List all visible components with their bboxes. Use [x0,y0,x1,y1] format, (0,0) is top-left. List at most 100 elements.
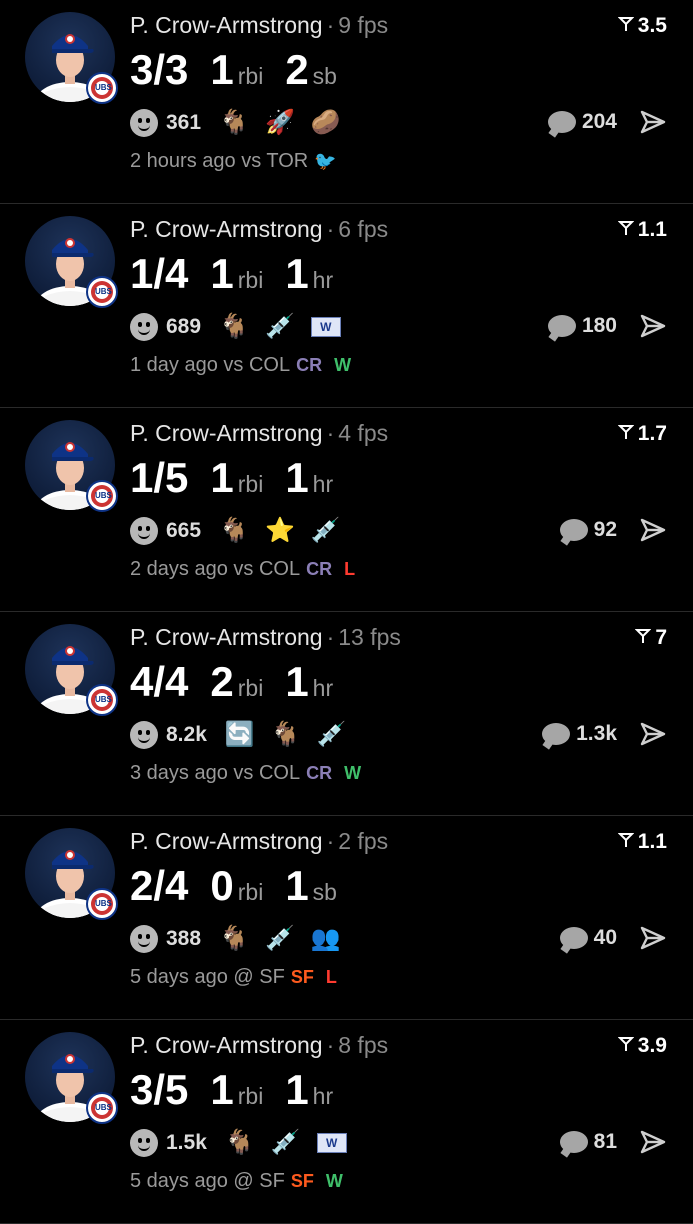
game-time: 2 days ago vs COL [130,558,301,580]
share-icon[interactable] [639,516,667,544]
stat-unit: rbi [237,267,264,293]
goat-icon[interactable]: 🐐 [225,1128,255,1158]
star-icon[interactable]: ⭐ [265,516,295,546]
smiley-icon[interactable] [130,721,158,749]
reaction-count: 689 [166,315,202,338]
syringe-icon[interactable]: 💉 [317,720,347,750]
game-result: L [325,967,337,987]
share-icon[interactable] [639,1128,667,1156]
comment-count[interactable]: 81 [594,1130,617,1154]
flag-pin-icon [634,626,652,650]
stat-unit: sb [312,63,337,89]
comment-area: 92 [559,516,667,544]
comment-bubble-icon[interactable] [542,723,571,745]
stat-line: 1/4 1 rbi 1 hr [130,250,355,298]
stat-unit: hr [312,267,334,293]
giants-logo-icon: SF [290,1171,314,1191]
score-number: 7 [655,626,667,649]
share-icon[interactable] [639,720,667,748]
game-card[interactable]: UBS P. Crow-Armstrong · 9 fps 3.5 3/3 1 rbi 2… [0,0,693,204]
player-name: P. Crow-Armstrong [130,420,323,446]
comment-area: 204 [547,108,667,136]
cubs-logo-badge: UBS [86,276,118,308]
stat-unit: rbi [237,675,264,701]
reaction-bar: 665 🐐 ⭐ 💉 [130,516,357,546]
comment-bubble-icon[interactable] [547,315,576,337]
fps-value: 2 fps [338,828,389,854]
smiley-icon[interactable] [130,925,158,953]
stat-line: 1/5 1 rbi 1 hr [130,454,355,502]
game-card[interactable]: UBS P. Crow-Armstrong · 4 fps 1.7 1/5 1 rbi 1… [0,408,693,612]
game-time: 5 days ago @ SF [130,1170,285,1192]
players-photo-icon[interactable]: 👥 [311,924,341,954]
player-name: P. Crow-Armstrong [130,828,323,854]
goat-icon[interactable]: 🐐 [219,108,249,138]
game-card[interactable]: UBS P. Crow-Armstrong · 6 fps 1.1 1/4 1 rbi 1… [0,204,693,408]
game-meta: 5 days ago @ SF SF W [130,1170,343,1193]
goat-icon[interactable]: 🐐 [219,516,249,546]
syringe-icon[interactable]: 💉 [265,924,295,954]
stat-value: 2/4 [130,862,189,909]
player-name-line[interactable]: P. Crow-Armstrong · 6 fps [130,216,388,243]
comment-bubble-icon[interactable] [547,111,576,133]
syringe-icon[interactable]: 💉 [311,516,341,546]
rockies-logo-icon: CR [306,559,333,579]
smiley-icon[interactable] [130,517,158,545]
comment-bubble-icon[interactable] [559,519,588,541]
share-icon[interactable] [639,924,667,952]
player-name-line[interactable]: P. Crow-Armstrong · 4 fps [130,420,388,447]
stat-value: 1 [285,250,309,297]
reaction-count: 665 [166,519,202,542]
w-flag-icon[interactable]: W [310,317,341,337]
game-meta: 3 days ago vs COL CR W [130,762,361,785]
player-name-line[interactable]: P. Crow-Armstrong · 8 fps [130,1032,388,1059]
game-result: W [325,1171,343,1191]
syringe-icon[interactable]: 💉 [271,1128,301,1158]
game-time: 1 day ago vs COL [130,354,291,376]
game-result: L [344,559,356,579]
comment-count[interactable]: 40 [594,926,617,950]
share-icon[interactable] [639,312,667,340]
comment-area: 81 [559,1128,667,1156]
stat-unit: rbi [237,63,264,89]
stat-value: 4/4 [130,658,189,705]
stat-value: 2 [210,658,234,705]
reaction-count: 388 [166,927,202,950]
game-time: 2 hours ago vs TOR [130,150,309,172]
game-feed: UBS P. Crow-Armstrong · 9 fps 3.5 3/3 1 rbi 2… [0,0,693,1224]
goat-icon[interactable]: 🐐 [271,720,301,750]
fps-value: 6 fps [338,216,389,242]
game-card[interactable]: UBS P. Crow-Armstrong · 8 fps 3.9 3/5 1 rbi 1… [0,1020,693,1224]
comment-count[interactable]: 180 [582,314,617,338]
stat-unit: hr [312,471,334,497]
syringe-icon[interactable]: 💉 [265,312,295,342]
potato-icon[interactable]: 🥔 [311,108,341,138]
player-name-line[interactable]: P. Crow-Armstrong · 2 fps [130,828,388,855]
game-card[interactable]: UBS P. Crow-Armstrong · 13 fps 7 4/4 2 rbi 1 h… [0,612,693,816]
reaction-count: 361 [166,111,202,134]
comment-bubble-icon[interactable] [559,1131,588,1153]
goat-icon[interactable]: 🐐 [219,312,249,342]
comment-count[interactable]: 204 [582,110,617,134]
comment-count[interactable]: 92 [594,518,617,542]
reaction-count: 1.5k [166,1131,207,1154]
comment-count[interactable]: 1.3k [576,722,617,746]
repeat-icon[interactable]: 🔄 [225,720,255,750]
player-name-line[interactable]: P. Crow-Armstrong · 9 fps [130,12,388,39]
smiley-icon[interactable] [130,1129,158,1157]
fps-value: 8 fps [338,1032,389,1058]
score-number: 1.1 [637,830,667,853]
stat-unit: hr [312,1083,334,1109]
goat-icon[interactable]: 🐐 [219,924,249,954]
game-time: 3 days ago vs COL [130,762,301,784]
smiley-icon[interactable] [130,109,158,137]
player-name-line[interactable]: P. Crow-Armstrong · 13 fps [130,624,401,651]
stat-line: 3/5 1 rbi 1 hr [130,1066,355,1114]
w-flag-icon[interactable]: W [316,1133,347,1153]
comment-bubble-icon[interactable] [559,927,588,949]
game-result: W [344,763,362,783]
smiley-icon[interactable] [130,313,158,341]
share-icon[interactable] [639,108,667,136]
game-card[interactable]: UBS P. Crow-Armstrong · 2 fps 1.1 2/4 0 rbi 1… [0,816,693,1020]
rocket-icon[interactable]: 🚀 [265,108,295,138]
